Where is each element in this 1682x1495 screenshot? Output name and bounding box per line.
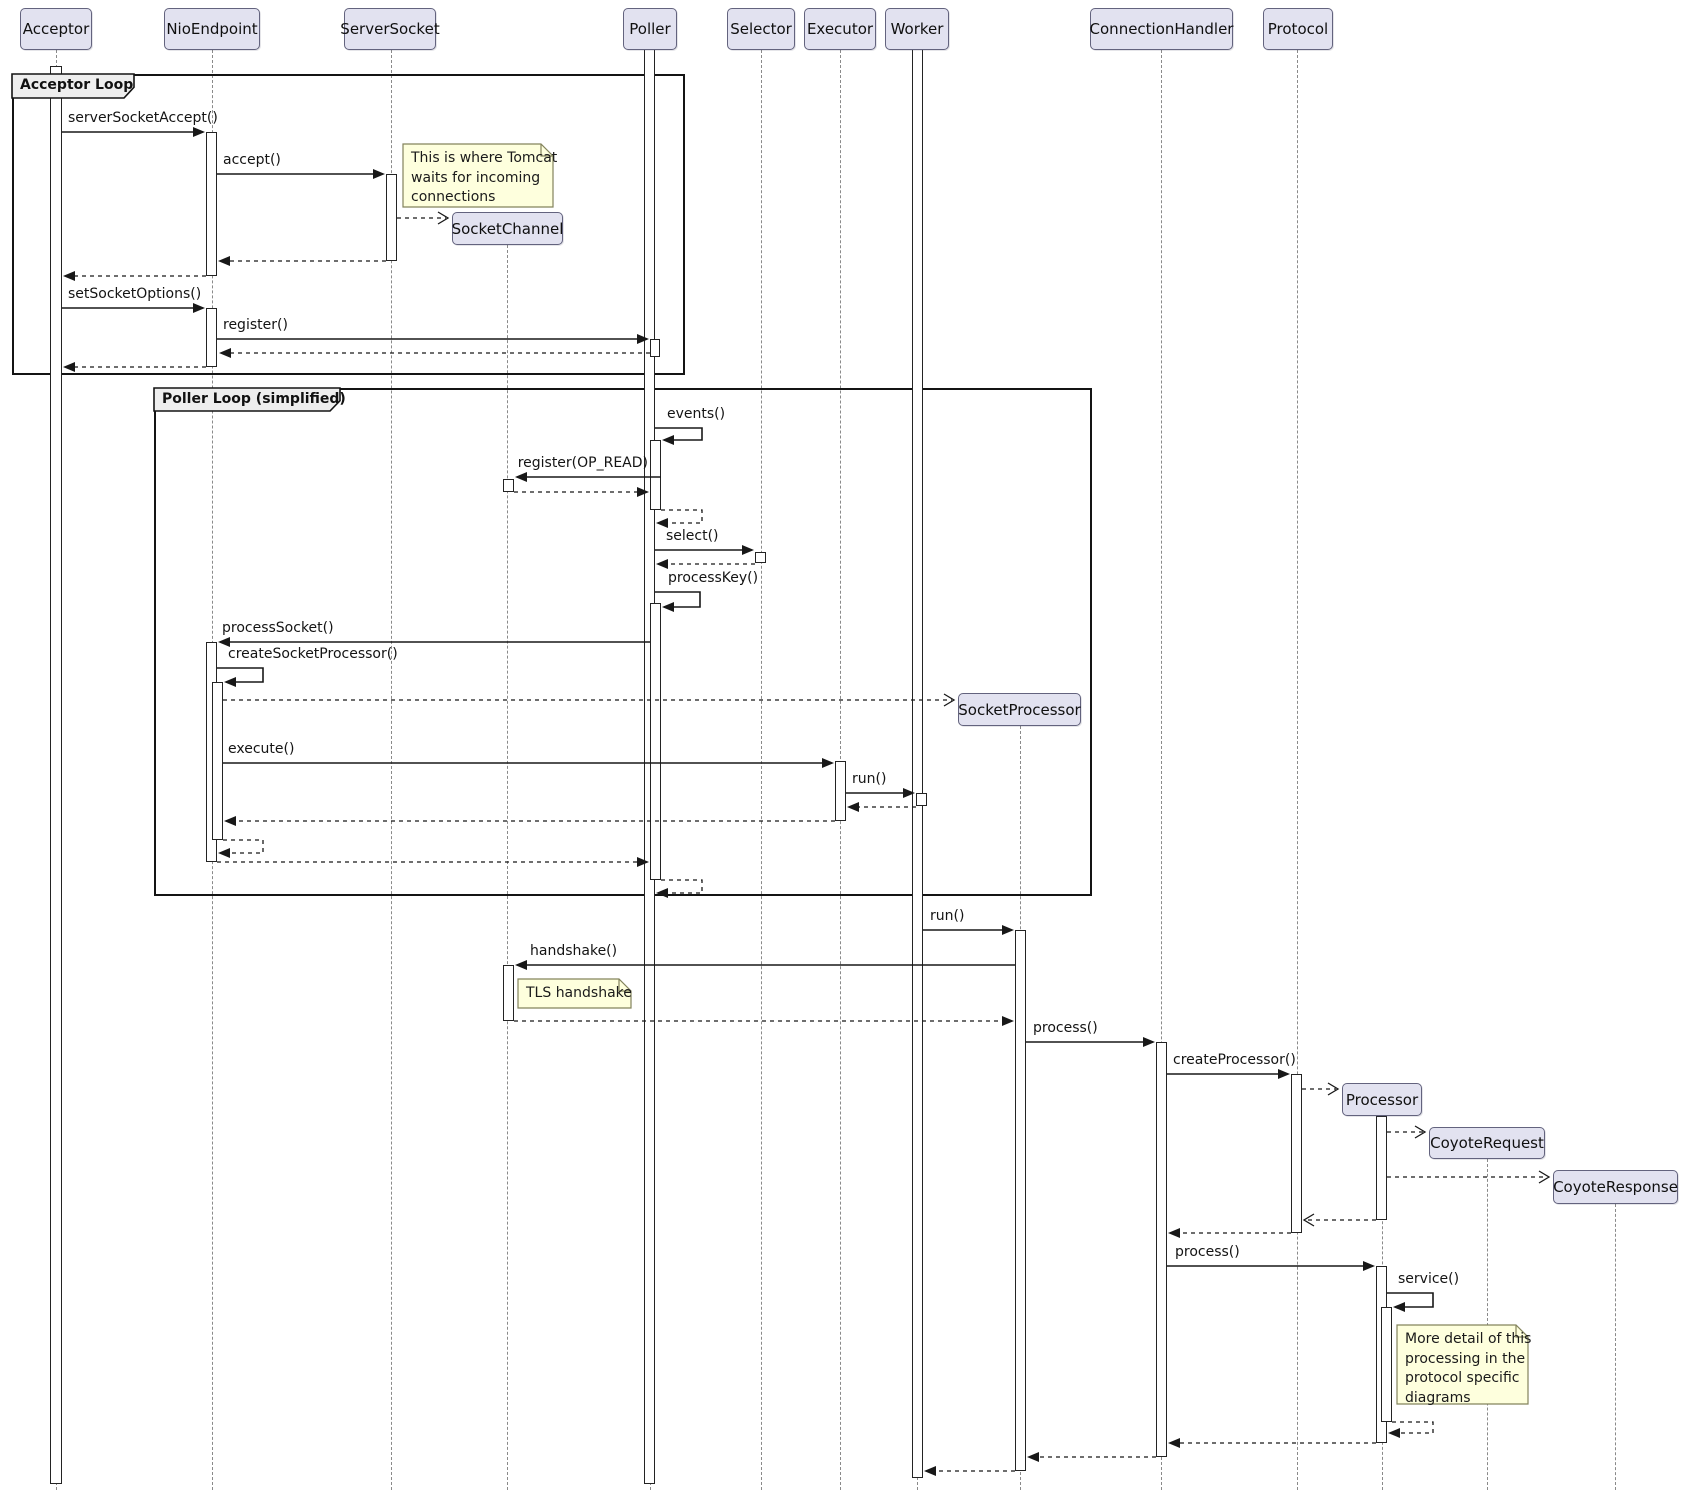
message-label: service() <box>1398 1270 1459 1288</box>
created-object-label: CoyoteResponse <box>1553 1178 1678 1196</box>
message-label: execute() <box>228 740 294 758</box>
message-label: processSocket() <box>222 619 334 637</box>
created-object-box-coyoteresponse: CoyoteResponse <box>1553 1170 1678 1204</box>
note: TLS handshake <box>526 984 625 1004</box>
note-text-line: protocol specific <box>1405 1369 1522 1389</box>
created-object-label: Processor <box>1346 1091 1418 1109</box>
message-label: setSocketOptions() <box>68 285 201 303</box>
participant-box-serversocket: ServerSocket <box>344 8 436 50</box>
participant-label: ConnectionHandler <box>1090 20 1234 38</box>
message-label: select() <box>666 527 719 545</box>
message-label: handshake() <box>530 942 617 960</box>
participant-label: Acceptor <box>23 20 89 38</box>
created-object-box-processor: Processor <box>1342 1083 1422 1116</box>
note-text-line: diagrams <box>1405 1389 1522 1409</box>
participant-box-nioendpoint: NioEndpoint <box>164 8 260 50</box>
message-label: events() <box>667 405 725 423</box>
participant-label: Executor <box>807 20 873 38</box>
participant-box-selector: Selector <box>727 8 795 50</box>
message-label: serverSocketAccept() <box>68 109 218 127</box>
message-label: register(OP_READ) <box>388 454 648 472</box>
frame-label: Acceptor Loop <box>12 74 147 93</box>
note-text-line: processing in the <box>1405 1350 1522 1370</box>
note-text-line: More detail of this <box>1405 1330 1522 1350</box>
message-label: run() <box>852 770 886 788</box>
participant-box-poller: Poller <box>623 8 677 50</box>
participant-box-executor: Executor <box>804 8 876 50</box>
participant-box-protocol: Protocol <box>1263 8 1333 50</box>
message-label: process() <box>1175 1243 1240 1261</box>
participant-label: Poller <box>629 20 670 38</box>
frame-label: Poller Loop (simplified) <box>154 388 360 407</box>
note: More detail of thisprocessing in theprot… <box>1405 1330 1522 1408</box>
note-text-line: TLS handshake <box>526 984 625 1004</box>
participant-box-connectionhandler: ConnectionHandler <box>1090 8 1233 50</box>
note-text-line: waits for incoming <box>411 169 547 189</box>
sequence-diagram: Acceptor Loop Poller Loop (simplified) ser… <box>0 0 1682 1495</box>
message-label: processKey() <box>668 569 758 587</box>
participant-label: Selector <box>730 20 792 38</box>
message-label: register() <box>223 316 288 334</box>
created-object-box-socketchannel: SocketChannel <box>452 212 563 245</box>
message-label: createProcessor() <box>1173 1051 1296 1069</box>
message-label: process() <box>1033 1019 1098 1037</box>
message-label: createSocketProcessor() <box>228 645 398 663</box>
message-label: accept() <box>223 151 281 169</box>
note-text-line: connections <box>411 188 547 208</box>
labels-layer: Acceptor Loop Poller Loop (simplified) ser… <box>0 0 1682 1495</box>
participant-label: Protocol <box>1268 20 1328 38</box>
note: This is where Tomcatwaits for incomingco… <box>411 149 547 208</box>
created-object-label: SocketProcessor <box>958 701 1080 719</box>
participant-label: ServerSocket <box>340 20 439 38</box>
participant-label: NioEndpoint <box>166 20 257 38</box>
created-object-label: CoyoteRequest <box>1430 1134 1544 1152</box>
created-object-box-socketprocessor: SocketProcessor <box>958 693 1081 726</box>
created-object-label: SocketChannel <box>452 220 564 238</box>
participant-label: Worker <box>891 20 944 38</box>
participant-box-acceptor: Acceptor <box>20 8 92 50</box>
participant-box-worker: Worker <box>885 8 949 50</box>
note-text-line: This is where Tomcat <box>411 149 547 169</box>
message-label: run() <box>930 907 964 925</box>
created-object-box-coyoterequest: CoyoteRequest <box>1429 1127 1545 1159</box>
